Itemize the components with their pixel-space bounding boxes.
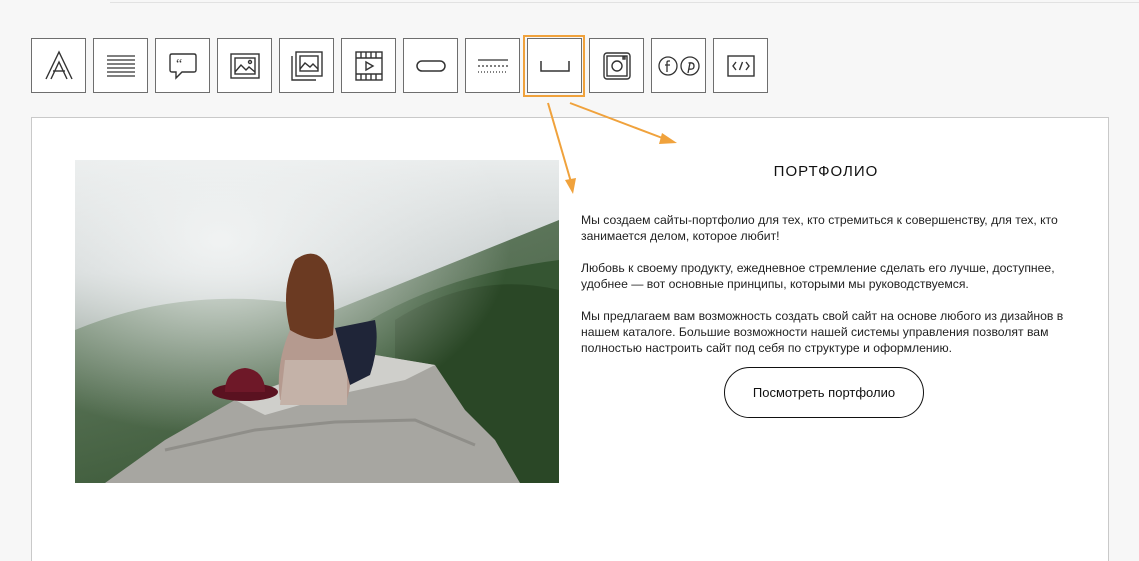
editor-page: “ ПОРТФОЛИО Мы создаем сайты-портфолио д… xyxy=(0,0,1139,561)
portfolio-photo[interactable] xyxy=(75,160,559,483)
dashed-lines-icon xyxy=(477,58,508,73)
image-tool[interactable] xyxy=(217,38,272,93)
svg-text:“: “ xyxy=(176,57,182,72)
gallery-tool[interactable] xyxy=(279,38,334,93)
section-title: ПОРТФОЛИО xyxy=(773,163,879,180)
divider-tool[interactable] xyxy=(465,38,520,93)
quote-tool[interactable]: “ xyxy=(155,38,210,93)
code-tool[interactable] xyxy=(713,38,768,93)
letter-a-icon xyxy=(44,49,73,79)
text-column: ПОРТФОЛИО Мы создаем сайты-портфолио для… xyxy=(581,158,1071,418)
quote-bubble-icon: “ xyxy=(168,52,197,80)
stacked-pictures-icon xyxy=(290,50,323,81)
spacer-bracket-icon xyxy=(539,60,570,72)
paragraph-2: Любовь к своему продукту, ежедневное стр… xyxy=(581,261,1055,291)
button-tool[interactable] xyxy=(403,38,458,93)
social-tool[interactable] xyxy=(651,38,706,93)
instagram-icon xyxy=(602,51,631,80)
spacer-tool[interactable] xyxy=(527,38,582,93)
text-style-tool[interactable] xyxy=(31,38,86,93)
code-brackets-icon xyxy=(726,54,755,77)
top-divider xyxy=(110,2,1139,3)
lines-icon xyxy=(106,54,135,77)
view-portfolio-button[interactable]: Посмотреть портфолио xyxy=(724,367,924,418)
video-tool[interactable] xyxy=(341,38,396,93)
paragraph-1: Мы создаем сайты-портфолио для тех, кто … xyxy=(581,213,1058,243)
pill-button-icon xyxy=(415,59,446,72)
picture-icon xyxy=(229,52,260,79)
instagram-tool[interactable] xyxy=(589,38,644,93)
mountain-photo-image xyxy=(75,160,559,483)
facebook-pinterest-icon xyxy=(657,55,700,76)
paragraph-tool[interactable] xyxy=(93,38,148,93)
paragraph-3: Мы предлагаем вам возможность создать св… xyxy=(581,309,1064,355)
content-block: ПОРТФОЛИО Мы создаем сайты-портфолио для… xyxy=(31,117,1109,561)
film-play-icon xyxy=(354,50,383,81)
